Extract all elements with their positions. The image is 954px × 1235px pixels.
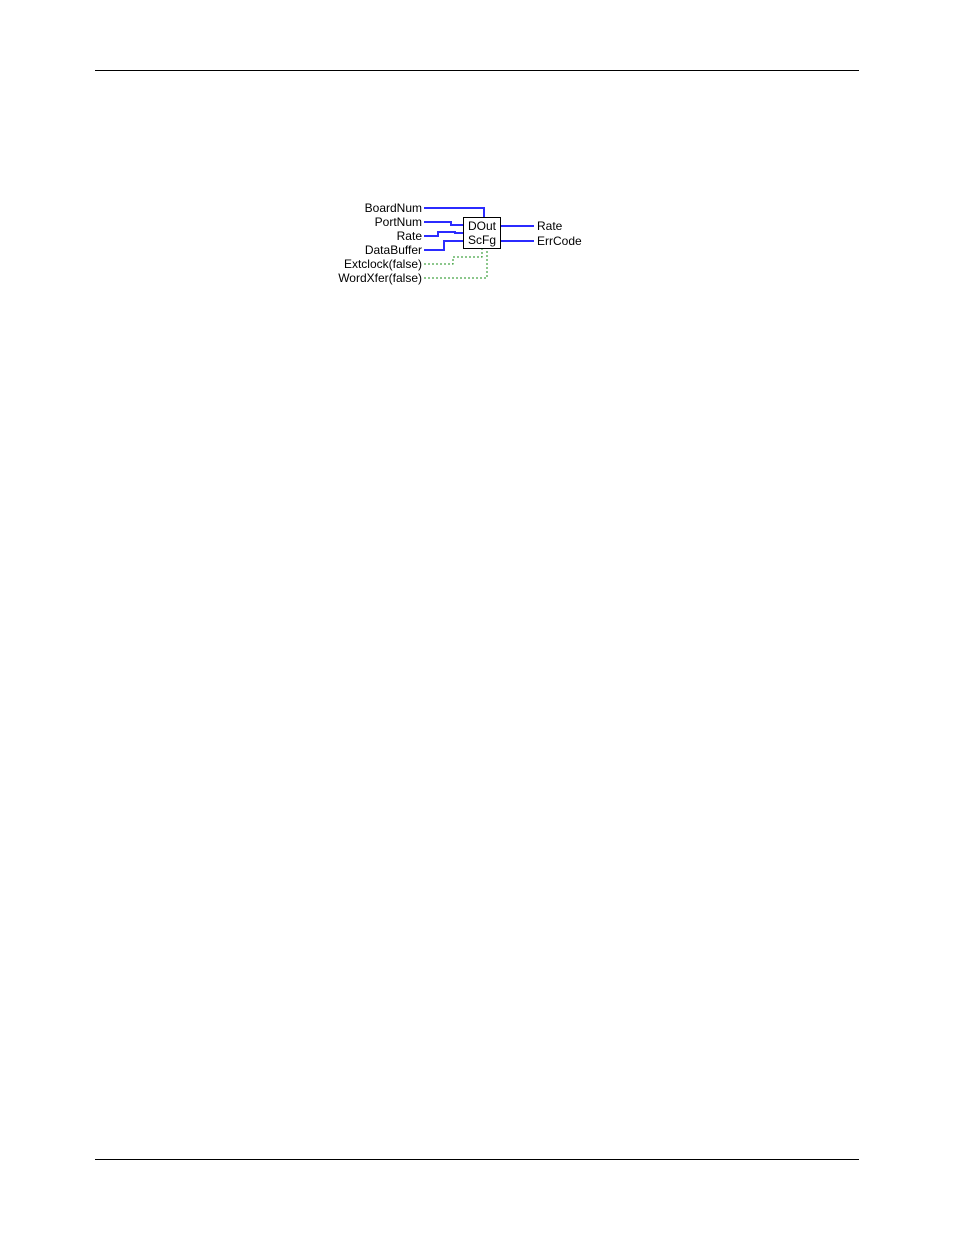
wire-extclock	[424, 249, 482, 264]
wire-rate-in	[424, 232, 463, 236]
wire-boardnum	[424, 208, 484, 217]
wiring-svg	[332, 202, 632, 322]
wire-databuffer	[424, 241, 463, 250]
block-diagram: BoardNum PortNum Rate DataBuffer Extcloc…	[332, 202, 632, 322]
page-rule-bottom	[95, 1159, 859, 1160]
page-rule-top	[95, 70, 859, 71]
wire-portnum	[424, 222, 463, 225]
